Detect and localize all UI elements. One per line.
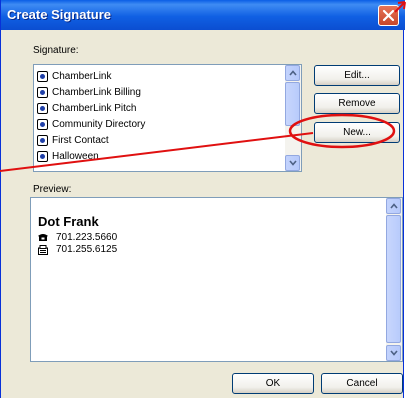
signature-icon [37,150,48,162]
list-scrollbar[interactable] [285,65,301,171]
preview-scrollbar[interactable] [386,198,402,361]
signature-icon [37,102,48,114]
list-item[interactable]: Community Directory [37,116,145,132]
scroll-down-button[interactable] [386,345,401,361]
list-item-label: ChamberLink [52,70,112,82]
scroll-down-button[interactable] [285,155,300,171]
phone-row: 701.223.5660 [38,232,117,243]
remove-button[interactable]: Remove [314,93,400,114]
signature-icon [37,118,48,130]
window-title: Create Signature [7,7,112,22]
cancel-button[interactable]: Cancel [321,373,403,394]
chevron-down-icon [289,160,297,166]
create-signature-dialog: Create Signature Signature: ChamberLink … [0,0,405,398]
signature-label: Signature: [33,45,79,56]
ok-button[interactable]: OK [232,373,314,394]
list-item[interactable]: Halloween [37,148,99,164]
list-item[interactable]: ChamberLink [37,68,111,84]
scroll-up-button[interactable] [386,198,401,214]
chevron-up-icon [390,203,398,209]
chevron-up-icon [289,70,297,76]
contact-name: Dot Frank [38,214,99,229]
list-item[interactable]: First Contact [37,132,109,148]
preview-pane: Dot Frank 701.223.5660 701.255.6125 [30,197,403,362]
fax-number: 701.255.6125 [56,244,118,255]
signature-list[interactable]: ChamberLink ChamberLink Billing ChamberL… [33,64,302,172]
list-item[interactable]: ChamberLink Billing [37,84,141,100]
close-button[interactable] [378,5,399,26]
scroll-thumb[interactable] [285,82,300,126]
signature-icon [37,86,48,98]
telephone-icon [38,234,48,241]
fax-row: 701.255.6125 [38,244,117,255]
close-x-icon [382,9,395,22]
fax-icon [38,244,48,255]
edit-button[interactable]: Edit... [314,65,400,86]
list-item[interactable]: ChamberLink Pitch [37,100,136,116]
list-item-label: First Contact [52,134,109,146]
list-item-label: ChamberLink Pitch [52,102,137,114]
list-item-label: ChamberLink Billing [52,86,141,98]
list-item-label: Halloween [52,150,99,162]
preview-label: Preview: [33,184,72,195]
chevron-down-icon [390,350,398,356]
scroll-thumb[interactable] [386,215,401,343]
signature-icon [37,70,48,82]
phone-number: 701.223.5660 [56,232,118,243]
list-item-label: Community Directory [52,118,146,130]
title-bar[interactable]: Create Signature [1,0,405,30]
scroll-up-button[interactable] [285,65,300,81]
new-button[interactable]: New... [314,122,400,143]
signature-icon [37,134,48,146]
